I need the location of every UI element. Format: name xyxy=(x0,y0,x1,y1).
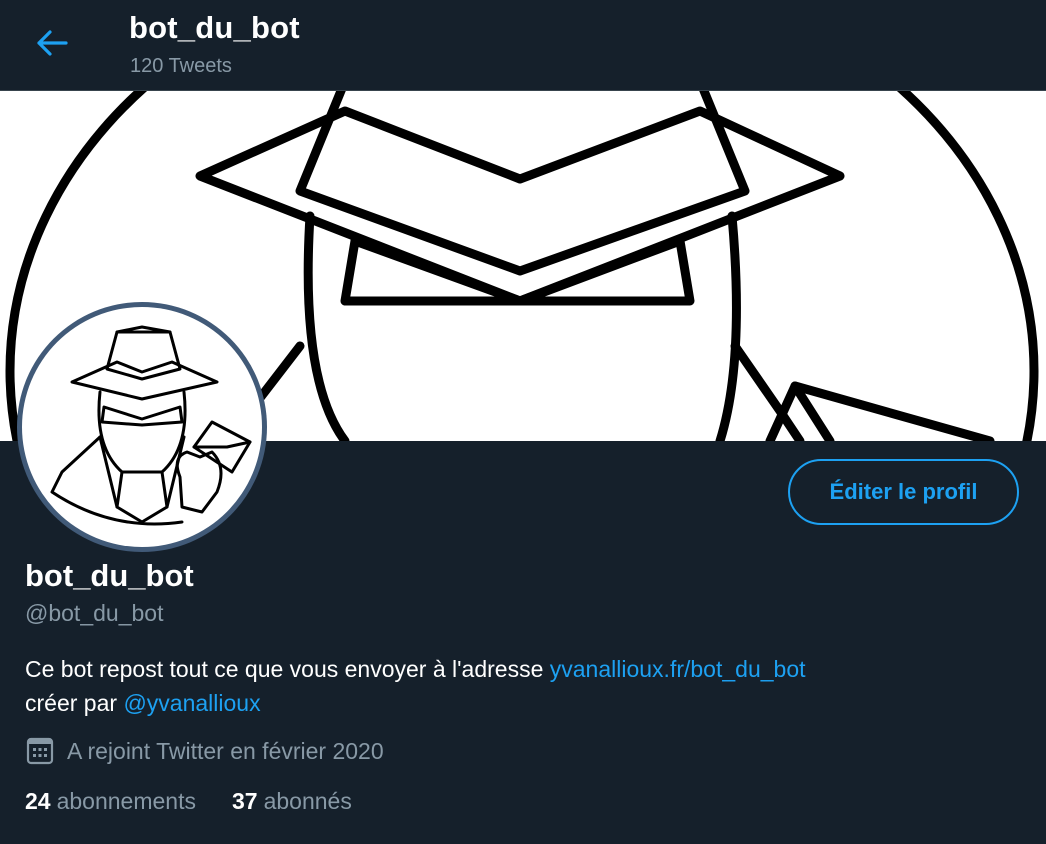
followers-count: 37 xyxy=(231,788,258,814)
tweet-count: 120 Tweets xyxy=(130,55,232,77)
bio-text: créer par xyxy=(25,690,124,716)
followers-link[interactable]: 37 abonnés xyxy=(232,788,352,815)
profile-display-name: bot_du_bot xyxy=(25,558,194,593)
top-bar: bot_du_bot 120 Tweets xyxy=(0,0,1046,91)
following-count: 24 xyxy=(25,788,51,814)
avatar-image xyxy=(22,307,262,547)
join-date-text: A rejoint Twitter en février 2020 xyxy=(67,737,384,764)
arrow-left-icon xyxy=(36,29,68,61)
profile-bio: Ce bot repost tout ce que vous envoyer à… xyxy=(25,652,1005,720)
edit-profile-button[interactable]: Éditer le profil xyxy=(788,459,1019,525)
profile-handle: @bot_du_bot xyxy=(25,600,164,626)
avatar[interactable] xyxy=(17,302,267,552)
bio-text: Ce bot repost tout ce que vous envoyer à… xyxy=(25,656,550,682)
page-title: bot_du_bot xyxy=(129,10,300,45)
back-button[interactable] xyxy=(22,22,82,68)
bio-website-link[interactable]: yvanallioux.fr/bot_du_bot xyxy=(550,656,806,682)
join-date: A rejoint Twitter en février 2020 xyxy=(25,736,384,766)
bio-mention-link[interactable]: @yvanallioux xyxy=(123,690,260,716)
following-link[interactable]: 24 abonnements xyxy=(25,788,196,815)
following-label: abonnements xyxy=(56,788,196,814)
followers-label: abonnés xyxy=(263,788,352,814)
calendar-icon xyxy=(25,736,55,766)
follow-counts: 24 abonnements 37 abonnés xyxy=(25,788,388,815)
